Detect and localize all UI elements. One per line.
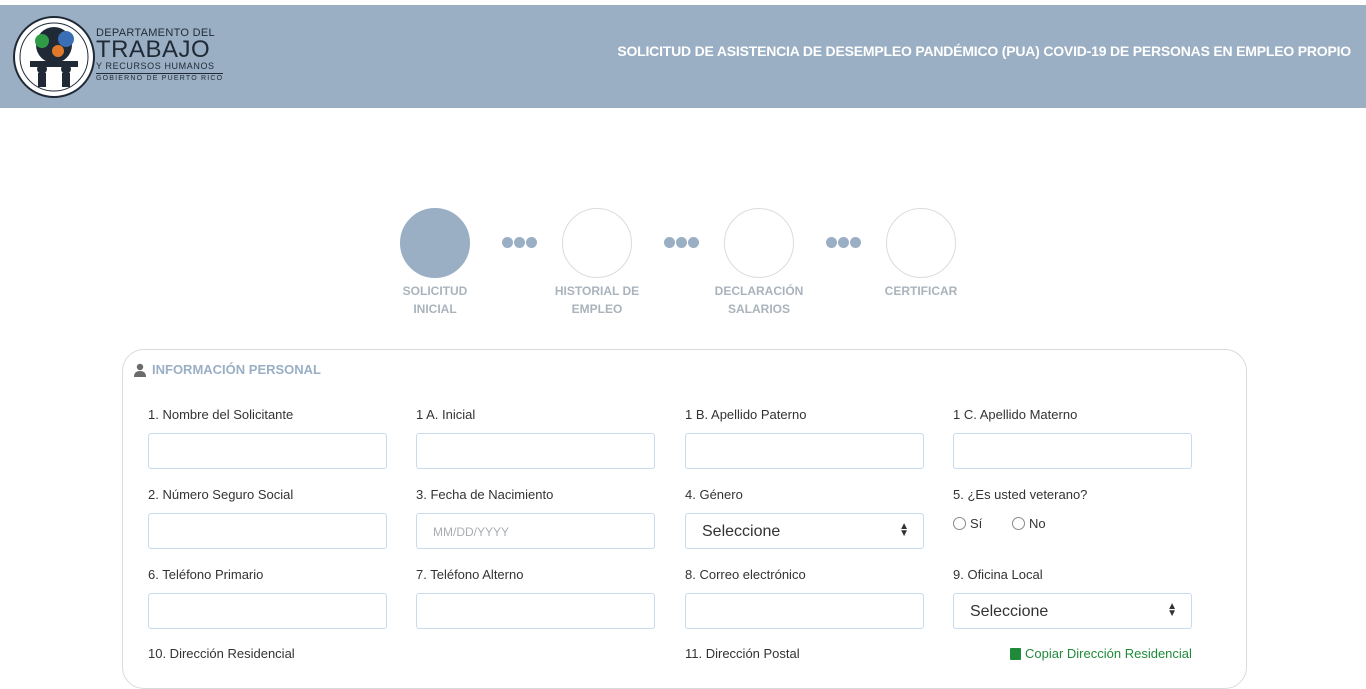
select-arrows-icon: ▲ ▼ xyxy=(899,521,909,539)
step-certificar[interactable]: CERTIFICAR xyxy=(866,208,976,300)
first-name-input[interactable] xyxy=(148,433,387,469)
step-circle xyxy=(400,208,470,278)
initial-input[interactable] xyxy=(416,433,655,469)
step-solicitud-inicial[interactable]: SOLICITUD INICIAL xyxy=(380,208,490,318)
first-name-label: 1. Nombre del Solicitante xyxy=(148,407,294,422)
gender-label: 4. Género xyxy=(685,487,743,502)
dob-input[interactable] xyxy=(416,513,655,549)
step-label: CERTIFICAR xyxy=(866,282,976,300)
step-label-line2: SALARIOS xyxy=(727,302,790,316)
logo-wordmark: DEPARTAMENTO DEL TRABAJO Y RECURSOS HUMA… xyxy=(96,27,224,82)
email-input[interactable] xyxy=(685,593,924,629)
step-label: DECLARACIÓN SALARIOS xyxy=(704,282,814,318)
step-circle xyxy=(724,208,794,278)
maternal-surname-input[interactable] xyxy=(953,433,1192,469)
step-circle xyxy=(886,208,956,278)
select-arrows-icon: ▲ ▼ xyxy=(1167,601,1177,619)
local-office-select-value: Seleccione xyxy=(970,603,1049,620)
gender-select-value: Seleccione xyxy=(702,523,781,540)
veteran-yes-option[interactable]: Sí xyxy=(953,516,982,531)
department-logo xyxy=(12,15,96,99)
primary-phone-input[interactable] xyxy=(148,593,387,629)
local-office-select[interactable]: Seleccione ▲ ▼ xyxy=(953,593,1192,629)
paternal-surname-input[interactable] xyxy=(685,433,924,469)
progress-stepper: SOLICITUD INICIAL HISTORIAL DE EMPLEO DE… xyxy=(0,208,1366,328)
step-dots xyxy=(502,235,542,249)
veteran-no-radio[interactable] xyxy=(1012,517,1025,530)
veteran-no-option[interactable]: No xyxy=(1012,516,1046,531)
section-title-text: INFORMACIÓN PERSONAL xyxy=(152,362,321,377)
copy-residential-address-text: Copiar Dirección Residencial xyxy=(1025,646,1192,661)
copy-residential-address-link[interactable]: Copiar Dirección Residencial xyxy=(1010,646,1192,661)
postal-address-label: 11. Dirección Postal xyxy=(685,646,800,661)
personal-info-card: INFORMACIÓN PERSONAL 1. Nombre del Solic… xyxy=(122,349,1247,689)
step-circle xyxy=(562,208,632,278)
step-label-line1: HISTORIAL DE xyxy=(554,284,640,298)
step-dots xyxy=(826,235,866,249)
step-label-line1: SOLICITUD xyxy=(402,284,468,298)
page-header: DEPARTAMENTO DEL TRABAJO Y RECURSOS HUMA… xyxy=(0,5,1366,108)
copy-icon xyxy=(1010,647,1021,660)
veteran-yes-radio[interactable] xyxy=(953,517,966,530)
logo-line-2: TRABAJO xyxy=(96,36,211,63)
person-icon xyxy=(134,363,146,377)
veteran-no-label: No xyxy=(1029,516,1046,531)
dob-label: 3. Fecha de Nacimiento xyxy=(416,487,554,502)
local-office-label: 9. Oficina Local xyxy=(953,567,1043,582)
step-label-line2: INICIAL xyxy=(413,302,457,316)
step-label: HISTORIAL DE EMPLEO xyxy=(542,282,652,318)
veteran-label: 5. ¿Es usted veterano? xyxy=(953,487,1088,502)
primary-phone-label: 6. Teléfono Primario xyxy=(148,567,264,582)
page-title: SOLICITUD DE ASISTENCIA DE DESEMPLEO PAN… xyxy=(617,43,1351,59)
step-label: SOLICITUD INICIAL xyxy=(380,282,490,318)
email-label: 8. Correo electrónico xyxy=(685,567,806,582)
alt-phone-input[interactable] xyxy=(416,593,655,629)
maternal-surname-label: 1 C. Apellido Materno xyxy=(953,407,1078,422)
logo-line-3: Y RECURSOS HUMANOS xyxy=(96,61,215,71)
step-dots xyxy=(664,235,704,249)
step-label-line1: CERTIFICAR xyxy=(884,284,958,298)
ssn-label: 2. Número Seguro Social xyxy=(148,487,294,502)
step-historial-empleo[interactable]: HISTORIAL DE EMPLEO xyxy=(542,208,652,318)
initial-label: 1 A. Inicial xyxy=(416,407,476,422)
paternal-surname-label: 1 B. Apellido Paterno xyxy=(685,407,807,422)
step-label-line2: EMPLEO xyxy=(571,302,623,316)
logo-line-4: GOBIERNO DE PUERTO RICO xyxy=(96,73,224,82)
veteran-yes-label: Sí xyxy=(970,516,983,531)
step-declaracion-salarios[interactable]: DECLARACIÓN SALARIOS xyxy=(704,208,814,318)
section-title: INFORMACIÓN PERSONAL xyxy=(133,362,321,377)
alt-phone-label: 7. Teléfono Alterno xyxy=(416,567,524,582)
residential-address-label: 10. Dirección Residencial xyxy=(148,646,295,661)
step-label-line1: DECLARACIÓN xyxy=(714,284,804,298)
ssn-input[interactable] xyxy=(148,513,387,549)
gender-select[interactable]: Seleccione ▲ ▼ xyxy=(685,513,924,549)
